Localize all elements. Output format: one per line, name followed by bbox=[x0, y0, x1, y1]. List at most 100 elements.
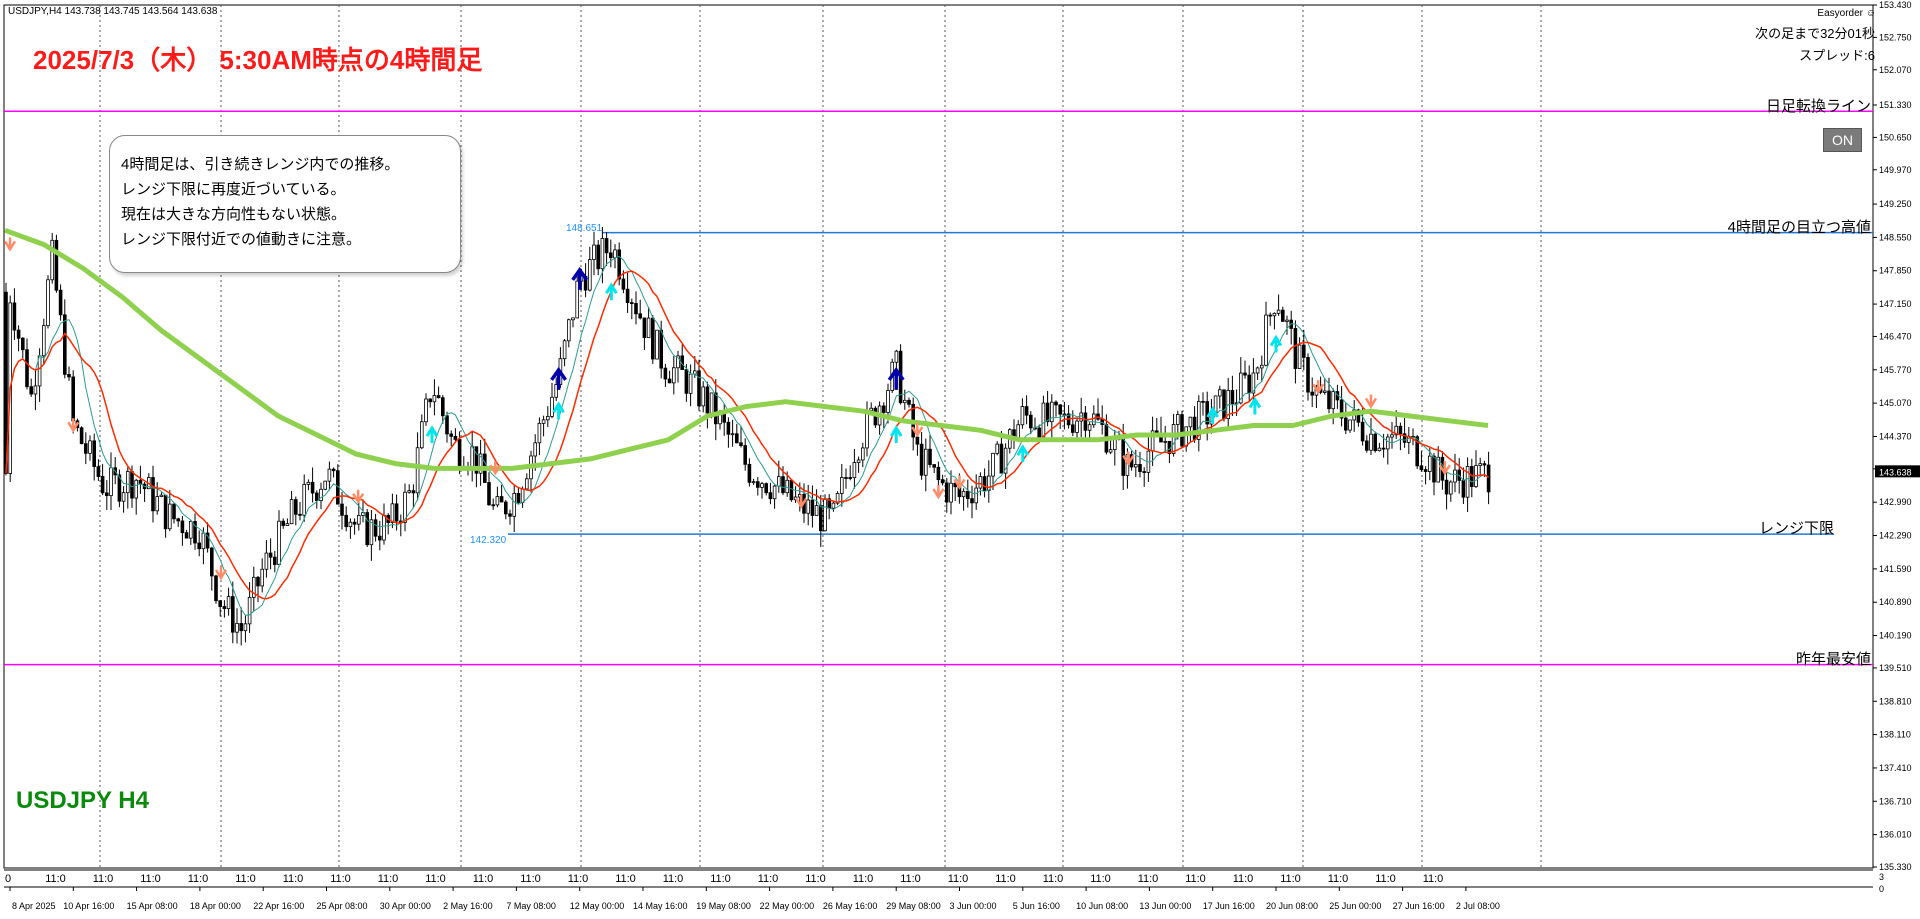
y-tick-label: 150.650 bbox=[1879, 132, 1912, 142]
chart-window[interactable]: 153.430 152.750 152.070 151.330 150.650 149.9… bbox=[0, 0, 1920, 919]
bull-candle bbox=[562, 340, 567, 360]
bear-candle bbox=[394, 503, 399, 522]
sell-signal-arrow bbox=[1364, 394, 1378, 409]
bull-candle bbox=[831, 502, 836, 509]
bull-candle bbox=[88, 440, 92, 454]
daily-reversal-line-label: 日足転換ライン bbox=[1765, 98, 1871, 115]
bear-candle bbox=[230, 596, 235, 633]
bear-candle bbox=[1444, 479, 1449, 495]
sell-signal-arrow bbox=[67, 418, 80, 433]
bear-candle bbox=[331, 468, 336, 472]
bear-candle bbox=[1423, 469, 1428, 472]
bear-candle bbox=[848, 477, 852, 479]
on-toggle-button[interactable]: ON bbox=[1823, 128, 1862, 152]
bull-candle bbox=[949, 482, 953, 503]
spread-display: スプレッド:6 bbox=[1799, 48, 1875, 63]
bear-candle bbox=[457, 439, 462, 467]
h4-high-price-label: 148.651 bbox=[566, 223, 603, 234]
bull-candle bbox=[533, 442, 537, 457]
bull-candle bbox=[613, 249, 617, 259]
time-mark-label: 11:0 bbox=[1138, 873, 1159, 885]
time-mark-label: 11:0 bbox=[853, 873, 874, 885]
time-mark-label: 11:0 bbox=[45, 873, 66, 885]
bull-candle bbox=[995, 443, 999, 454]
bull-candle bbox=[1255, 367, 1260, 374]
bear-candle bbox=[314, 492, 319, 502]
buy-signal-arrow bbox=[550, 366, 568, 390]
bull-candle bbox=[1331, 391, 1336, 410]
time-mark-label: 11:0 bbox=[140, 873, 161, 885]
bear-candle bbox=[819, 505, 823, 532]
time-mark-label: 0 bbox=[5, 873, 11, 885]
bear-candle bbox=[1180, 414, 1184, 447]
bull-candle bbox=[869, 407, 873, 411]
bear-candle bbox=[1192, 416, 1197, 440]
bull-candle bbox=[432, 395, 437, 403]
bear-candle bbox=[268, 552, 273, 558]
bear-candle bbox=[428, 398, 432, 403]
time-mark-label: 11:0 bbox=[235, 873, 256, 885]
bull-candle bbox=[247, 596, 252, 625]
bear-candle bbox=[1230, 390, 1235, 405]
bear-candle bbox=[596, 244, 600, 270]
easyorder-label[interactable]: Easyorder ☺ bbox=[1817, 8, 1876, 19]
y-tick-label: 142.290 bbox=[1879, 531, 1912, 541]
bear-candle bbox=[256, 576, 260, 587]
bear-candle bbox=[377, 535, 382, 541]
y-tick-label: 140.190 bbox=[1879, 631, 1912, 641]
bull-candle bbox=[592, 244, 596, 260]
symbol-timeframe-label: USDJPY H4 bbox=[16, 787, 149, 814]
bull-candle bbox=[495, 496, 500, 506]
bear-candle bbox=[743, 445, 747, 465]
bear-candle bbox=[1398, 425, 1403, 435]
bear-candle bbox=[945, 482, 949, 503]
bear-candle bbox=[499, 496, 504, 503]
bull-candle bbox=[655, 329, 659, 360]
x-tick-label: 14 May 16:00 bbox=[633, 901, 688, 911]
bull-candle bbox=[407, 490, 411, 493]
y-tick-label: 135.330 bbox=[1879, 862, 1912, 872]
bear-candle bbox=[449, 433, 453, 437]
bull-candle bbox=[1218, 389, 1222, 397]
bear-candle bbox=[411, 490, 416, 494]
bear-candle bbox=[130, 471, 134, 499]
bear-candle bbox=[999, 443, 1004, 474]
time-mark-label: 11:0 bbox=[473, 873, 494, 885]
bull-candle bbox=[852, 462, 857, 479]
bear-candle bbox=[96, 466, 101, 477]
bear-candle bbox=[1419, 465, 1424, 471]
bear-candle bbox=[970, 498, 974, 504]
bull-candle bbox=[1377, 447, 1382, 452]
bear-candle bbox=[293, 499, 298, 515]
note-line: 現在は大きな方向性もない状態。 bbox=[121, 206, 347, 223]
y-tick-label: 148.550 bbox=[1879, 232, 1912, 242]
time-mark-label: 11:0 bbox=[1233, 873, 1254, 885]
sell-signal-arrow bbox=[489, 461, 502, 476]
bull-candle bbox=[33, 385, 38, 395]
bull-candle bbox=[991, 452, 995, 477]
bear-candle bbox=[638, 313, 642, 319]
y-tick-label: 136.710 bbox=[1879, 796, 1912, 806]
x-tick-label: 8 Apr 2025 bbox=[12, 901, 56, 911]
bear-candle bbox=[1293, 328, 1298, 369]
bull-candle bbox=[1428, 455, 1432, 472]
bull-candle bbox=[772, 485, 777, 500]
bear-candle bbox=[344, 514, 348, 528]
bear-candle bbox=[810, 499, 815, 516]
bull-candle bbox=[861, 447, 865, 461]
bull-candle bbox=[823, 498, 827, 532]
time-mark-label: 11:0 bbox=[1328, 873, 1349, 885]
bear-candle bbox=[180, 520, 185, 534]
bull-candle bbox=[730, 433, 735, 436]
bull-candle bbox=[323, 480, 327, 490]
bear-candle bbox=[789, 479, 794, 501]
bull-candle bbox=[289, 499, 294, 525]
bull-candle bbox=[1264, 314, 1268, 366]
bull-candle bbox=[894, 350, 899, 363]
bull-candle bbox=[1478, 463, 1483, 466]
bear-candle bbox=[16, 329, 21, 339]
x-tick-label: 27 Jun 16:00 bbox=[1393, 901, 1445, 911]
bull-candle bbox=[672, 367, 676, 384]
bull-candle bbox=[134, 479, 139, 499]
bear-candle bbox=[29, 386, 33, 395]
